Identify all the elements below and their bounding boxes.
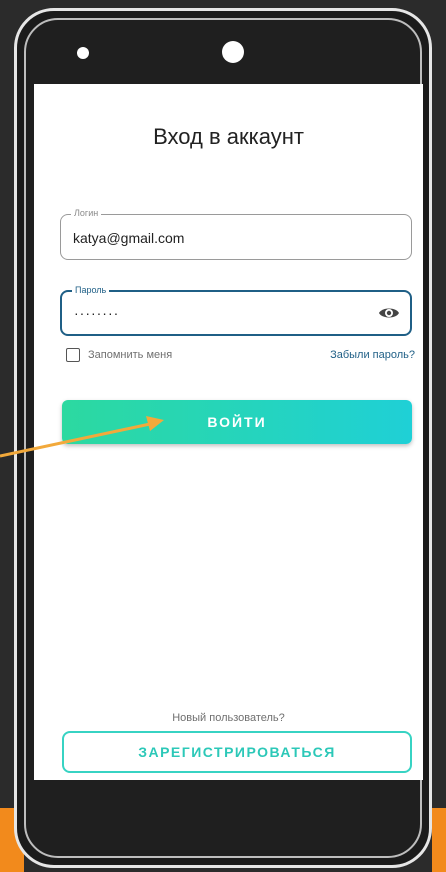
page-title: Вход в аккаунт bbox=[153, 124, 304, 149]
camera-icon bbox=[222, 41, 244, 63]
register-button[interactable]: ЗАРЕГИСТРИРОВАТЬСЯ bbox=[62, 731, 412, 773]
login-field-value: katya@gmail.com bbox=[73, 230, 185, 246]
app-screen: Вход в аккаунт Логин katya@gmail.com Пар… bbox=[34, 84, 423, 780]
password-field[interactable]: Пароль ········ bbox=[60, 285, 412, 336]
forgot-password-link[interactable]: Забыли пароль? bbox=[330, 349, 415, 361]
login-field[interactable]: Логин katya@gmail.com bbox=[60, 208, 412, 260]
remember-me[interactable]: Запомнить меня bbox=[66, 348, 172, 362]
password-field-label: Пароль bbox=[72, 285, 110, 295]
stage: Вход в аккаунт Логин katya@gmail.com Пар… bbox=[0, 0, 446, 872]
password-field-value: ········ bbox=[74, 305, 120, 321]
remember-me-label: Запомнить меня bbox=[88, 349, 173, 361]
speaker-dot bbox=[77, 47, 89, 59]
remember-me-checkbox[interactable] bbox=[66, 348, 80, 362]
login-field-label: Логин bbox=[71, 208, 102, 218]
eye-icon[interactable] bbox=[378, 304, 400, 322]
login-button[interactable]: ВОЙТИ bbox=[62, 400, 412, 444]
orange-corner-block-right bbox=[432, 808, 446, 872]
new-user-text: Новый пользователь? bbox=[172, 712, 285, 724]
